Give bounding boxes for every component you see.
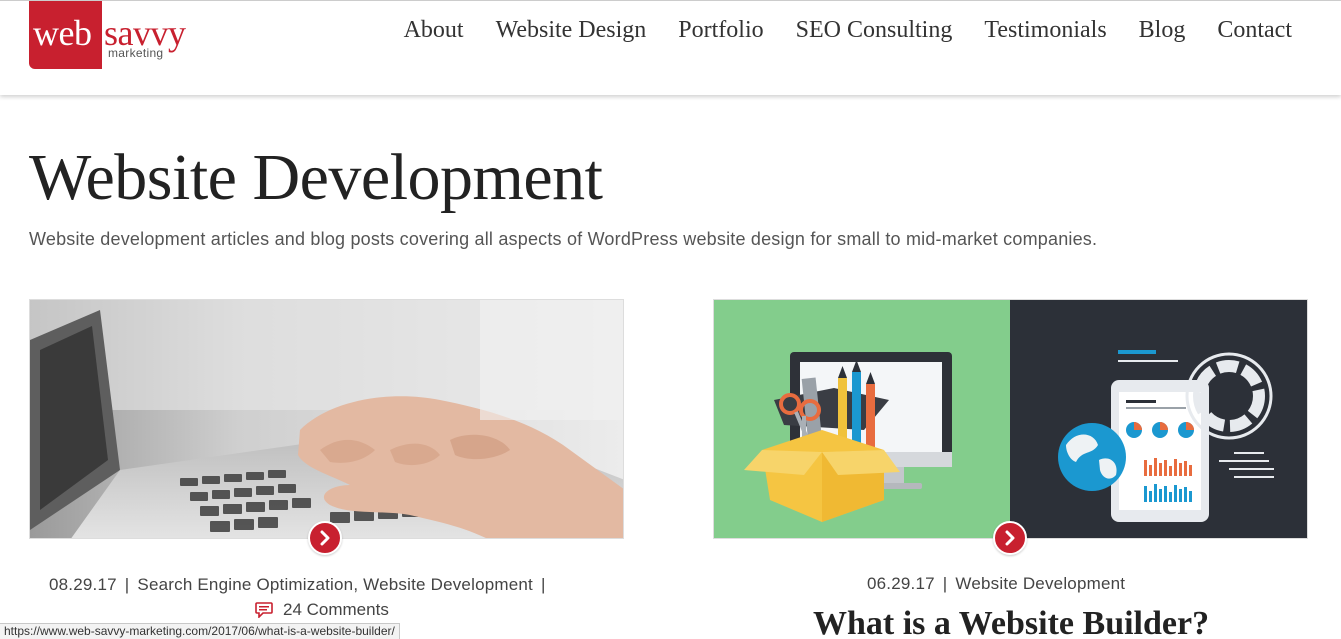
nav-seo-consulting[interactable]: SEO Consulting — [796, 17, 953, 44]
post-1-date: 08.29.17 — [49, 575, 117, 594]
nav-testimonials[interactable]: Testimonials — [984, 17, 1106, 44]
website-builder-illustration — [714, 300, 1307, 538]
browser-status-url: https://www.web-savvy-marketing.com/2017… — [0, 623, 400, 639]
post-1-meta: 08.29.17 | Search Engine Optimization, Web… — [49, 575, 546, 594]
logo-marketing-text: marketing — [108, 46, 164, 60]
post-2-meta: 06.29.17 | Website Development — [867, 574, 1126, 593]
post-1-read-more-button[interactable] — [308, 521, 342, 555]
chevron-right-icon — [1005, 530, 1015, 546]
nav-portfolio[interactable]: Portfolio — [678, 17, 763, 44]
post-2-read-more-button[interactable] — [993, 521, 1027, 555]
post-1-comment-count: 24 Comments — [283, 600, 389, 619]
post-1-trailing-separator: | — [540, 575, 546, 594]
logo-web-text: web — [33, 13, 92, 53]
main-nav: About Website Design Portfolio SEO Consu… — [372, 17, 1292, 44]
page-title: Website Development — [29, 141, 603, 214]
post-1-image[interactable] — [29, 299, 624, 539]
post-2-image[interactable] — [713, 299, 1308, 539]
nav-blog[interactable]: Blog — [1139, 17, 1186, 44]
nav-contact[interactable]: Contact — [1217, 17, 1292, 44]
site-header: web savvy marketing About Website Design… — [0, 0, 1341, 95]
chevron-right-icon — [320, 530, 330, 546]
post-1-comments-link[interactable]: 24 Comments — [255, 600, 389, 620]
post-2-date: 06.29.17 — [867, 574, 935, 593]
page-subtitle: Website development articles and blog po… — [29, 229, 1098, 249]
post-2-title[interactable]: What is a Website Builder? — [813, 605, 1209, 639]
nav-website-design[interactable]: Website Design — [496, 17, 647, 44]
site-logo[interactable]: web savvy marketing — [29, 1, 199, 69]
comment-icon — [255, 602, 273, 618]
laptop-typing-illustration — [30, 300, 623, 538]
post-1-categories[interactable]: Search Engine Optimization, Website Deve… — [137, 575, 533, 594]
nav-about[interactable]: About — [404, 17, 464, 44]
post-2-categories[interactable]: Website Development — [955, 574, 1125, 593]
